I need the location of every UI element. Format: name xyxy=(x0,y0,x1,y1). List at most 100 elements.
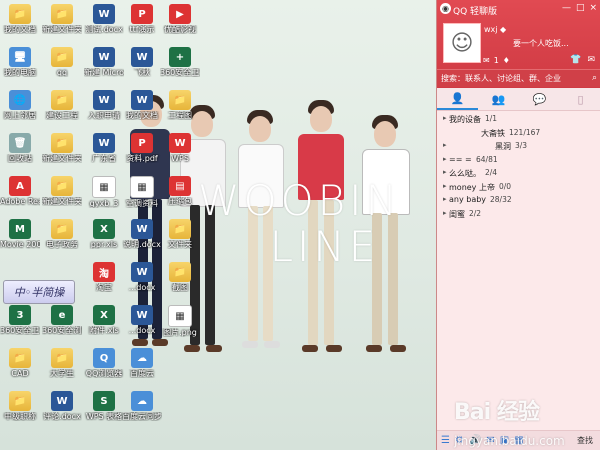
desktop-icon[interactable]: ☁ 百度云 xyxy=(122,348,162,378)
tab-phone[interactable]: ▯ xyxy=(560,88,600,110)
desktop-icon[interactable]: 📁 新建文件夹 xyxy=(42,176,82,206)
desktop-icon[interactable]: X 附件.xls xyxy=(84,305,124,335)
desktop-icon-glyph: 📁 xyxy=(51,219,73,239)
desktop-icon[interactable]: W 入职申请 xyxy=(84,90,124,120)
desktop-icon[interactable]: W新建 Microsoft xyxy=(84,47,124,77)
desktop-icon[interactable]: 🗑 回收站 xyxy=(0,133,40,163)
desktop-icon[interactable]: 淘淘宝 xyxy=(84,262,124,292)
contact-group[interactable]: 大斋铁 121/167 xyxy=(437,127,600,141)
tab-groups[interactable]: 👥 xyxy=(478,88,519,110)
desktop-icon[interactable]: P 资料.pdf xyxy=(122,133,162,163)
desktop-icon-glyph: + xyxy=(169,47,191,67)
contact-group[interactable]: ▸ == = 64/81 xyxy=(437,154,600,168)
tab-contacts[interactable]: 👤 xyxy=(437,88,478,110)
desktop-icon[interactable]: Q QQ浏览器 xyxy=(84,348,124,378)
desktop-icon-label: 网上邻居 xyxy=(4,111,36,120)
desktop-icon[interactable]: MMovie 2008 xyxy=(0,219,40,249)
desktop-icon[interactable]: 📁 新建文件夹 xyxy=(42,4,82,34)
expand-arrow-icon: ▸ xyxy=(443,114,447,122)
desktop-icon[interactable]: ☁ 百度云同步 xyxy=(122,391,162,421)
ime-toolbar[interactable]: 中◦半简操 xyxy=(3,280,75,304)
skin-icon[interactable]: 👕 xyxy=(570,55,581,65)
desktop-icon-glyph: W xyxy=(131,47,153,67)
menu-icon[interactable]: ☰ xyxy=(441,435,450,446)
desktop-icon-glyph: W xyxy=(51,391,73,411)
contact-group[interactable]: ▸ money 上帝 0/0 xyxy=(437,181,600,195)
group-count: 2/2 xyxy=(469,208,482,218)
desktop-icon[interactable]: 📁 我的文档 xyxy=(0,4,40,34)
desktop-icon[interactable]: 📁 电子政务 xyxy=(42,219,82,249)
contact-group[interactable]: ▸ any baby 28/32 xyxy=(437,194,600,208)
message-icon[interactable]: ✉ xyxy=(587,55,595,65)
mail-icon[interactable]: ✉ xyxy=(483,56,490,65)
desktop-icon[interactable]: Xppr.xls xyxy=(84,219,124,249)
desktop-icon[interactable]: ▤ 压缩包 xyxy=(160,176,200,206)
contact-group[interactable]: ▸ 么么哒。 2/4 xyxy=(437,167,600,181)
desktop: WOOBIN LINE 📁 我的文档 🖥 我的电脑 🌐 网上邻居 🗑 回收站 A Adobe Re… xyxy=(0,0,436,450)
desktop-icon-label: ...docx xyxy=(128,326,156,335)
desktop-icon[interactable]: 3360安全卫士 xyxy=(0,305,40,335)
signature[interactable]: 要一个人吃饭... xyxy=(513,38,569,49)
desktop-icon[interactable]: 📁 中级职称 xyxy=(0,391,40,421)
desktop-icon[interactable]: W 我的文档 xyxy=(122,90,162,120)
desktop-icon[interactable]: S WPS 表格 xyxy=(84,391,124,421)
desktop-icon-glyph: 🖥 xyxy=(9,47,31,67)
search-input[interactable] xyxy=(441,72,581,85)
desktop-icon[interactable]: ▦ gyxb_3 xyxy=(84,176,124,208)
desktop-icon[interactable]: 📁 CAD xyxy=(0,348,40,378)
desktop-icon[interactable]: 📁 文件夹 xyxy=(160,219,200,249)
desktop-icon[interactable]: W 说明.docx xyxy=(122,219,162,249)
contact-group[interactable]: ▸ 闺蜜 2/2 xyxy=(437,208,600,222)
desktop-icon[interactable]: 📁 新建文件夹 xyxy=(42,133,82,163)
desktop-icon[interactable]: ▦ 图片.png xyxy=(160,305,200,337)
desktop-icon-label: 360安全卫士 xyxy=(0,326,40,335)
desktop-icon-glyph: 淘 xyxy=(93,262,115,282)
desktop-icon-glyph: ▦ xyxy=(92,176,116,198)
search-icon[interactable]: ⌕ xyxy=(592,73,597,83)
qq-panel: ◉ QQ 轻聊版 — □ × ☺ wxj ◆ 要一个人吃饭... ✉ 1 ♦ 👕… xyxy=(436,0,600,450)
desktop-icon[interactable]: 🌐 网上邻居 xyxy=(0,90,40,120)
desktop-icon[interactable]: W ...docx xyxy=(122,305,162,335)
desktop-icon-glyph: Q xyxy=(93,348,115,368)
desktop-icon[interactable]: W 广东省 xyxy=(84,133,124,163)
desktop-icon[interactable]: ▦ 空调资料 xyxy=(122,176,162,208)
desktop-icon[interactable]: +360安全卫士 xyxy=(160,47,200,77)
desktop-icon[interactable]: AAdobe Reader XI xyxy=(0,176,40,206)
search-bar: ⌕ xyxy=(437,69,600,87)
desktop-icon[interactable]: W 飞秋 xyxy=(122,47,162,77)
desktop-icon[interactable]: W WPS xyxy=(160,133,200,163)
desktop-icon[interactable]: 📁 工程图 xyxy=(160,90,200,120)
desktop-icon[interactable]: 📁 截图 xyxy=(160,262,200,292)
desktop-icon[interactable]: ▶ 优酷影视 xyxy=(160,4,200,34)
desktop-icon[interactable]: W 测试.docx xyxy=(84,4,124,34)
desktop-icon[interactable]: 🖥 我的电脑 xyxy=(0,47,40,77)
desktop-icon-glyph: 3 xyxy=(9,305,31,325)
tab-recent[interactable]: 💬 xyxy=(519,88,560,110)
group-name: any baby xyxy=(449,195,487,204)
desktop-icon[interactable]: e360安全浏览器 xyxy=(42,305,82,335)
contact-group[interactable]: ▸ 我的设备 1/1 xyxy=(437,113,600,127)
minimize-button[interactable]: — xyxy=(562,3,571,13)
maximize-button[interactable]: □ xyxy=(576,3,585,13)
find-button[interactable]: 查找 xyxy=(577,435,593,446)
nickname[interactable]: wxj ◆ xyxy=(484,25,506,34)
desktop-icon[interactable]: Pttf演示 xyxy=(122,4,162,34)
desktop-icon[interactable]: W 评论.docx xyxy=(42,391,82,421)
contact-group[interactable]: ▸ 黑洞 3/3 xyxy=(437,140,600,154)
desktop-icon-label: 测试.docx xyxy=(85,25,123,34)
desktop-icon[interactable]: 📁 qq xyxy=(42,47,82,77)
desktop-icon[interactable]: 📁 建设工程 xyxy=(42,90,82,120)
desktop-icon[interactable]: W ...docx xyxy=(122,262,162,292)
app-icon[interactable]: ♦ xyxy=(503,56,510,65)
desktop-icon[interactable]: 📁 大学生 xyxy=(42,348,82,378)
desktop-icon-label: 360安全卫士 xyxy=(160,68,200,77)
window-controls: — □ × xyxy=(562,3,597,13)
desktop-icon-label: 中级职称 xyxy=(4,412,36,421)
desktop-icon-label: Adobe Reader XI xyxy=(0,197,40,206)
desktop-icon-label: 飞秋 xyxy=(134,68,150,77)
avatar[interactable]: ☺ xyxy=(443,23,481,63)
desktop-icon-glyph: P xyxy=(131,4,153,24)
close-button[interactable]: × xyxy=(589,3,597,13)
group-name: 我的设备 xyxy=(449,115,481,124)
desktop-icon-label: ...docx xyxy=(128,283,156,292)
